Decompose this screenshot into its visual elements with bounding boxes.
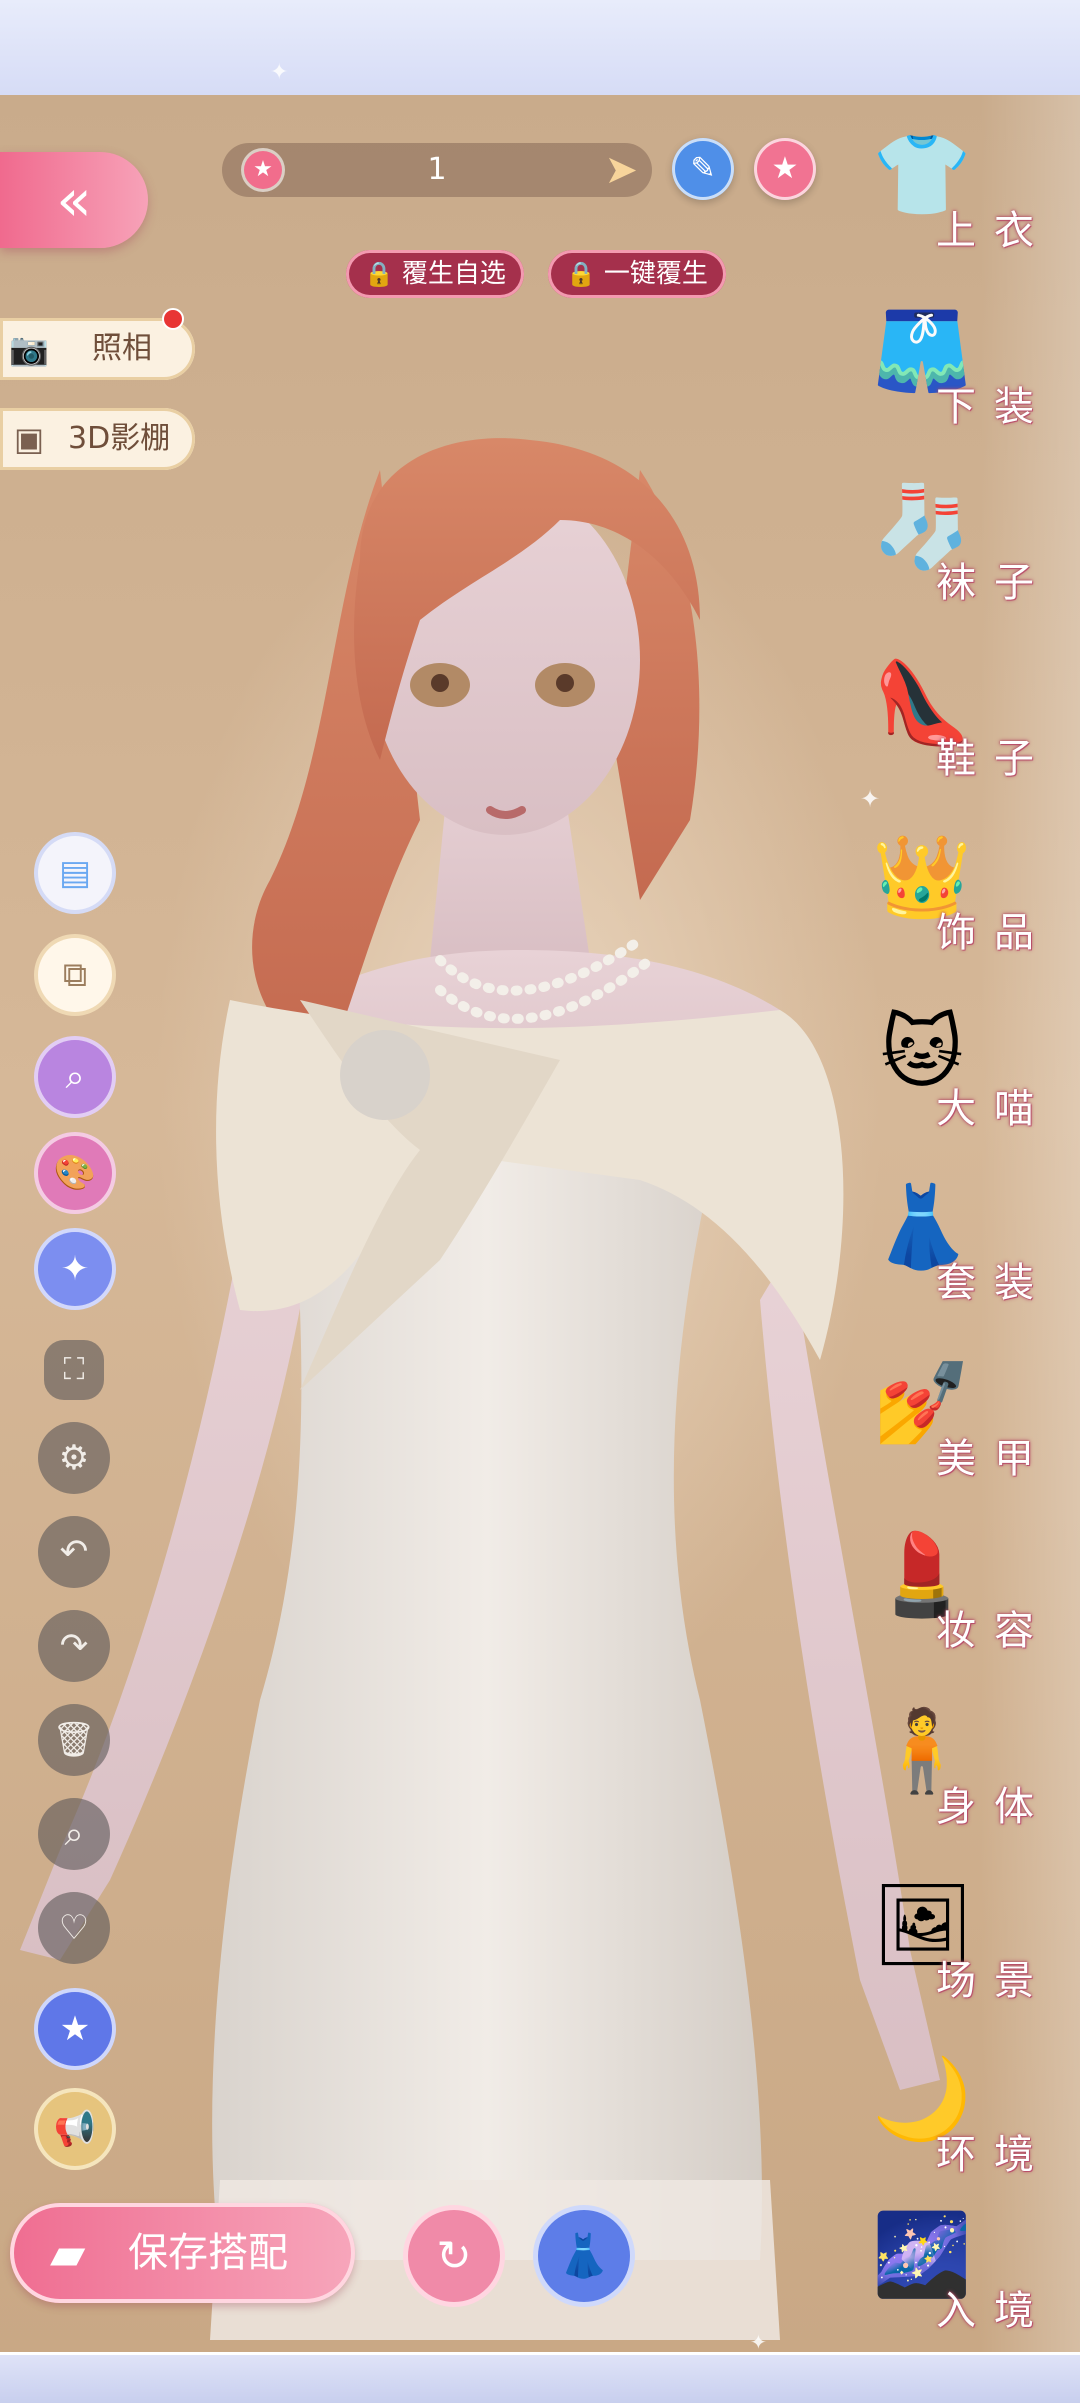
back-button[interactable]: «	[0, 152, 148, 248]
sparkle-decoration: ✦	[270, 60, 288, 85]
category-nails-label: 美甲	[936, 1426, 1076, 1484]
category-enter-scene-label: 入境	[936, 2278, 1076, 2336]
3d-studio-label: 3D影棚	[68, 408, 170, 470]
share-outfit-button[interactable]: ↻	[408, 2210, 500, 2302]
star-icon: ★	[60, 2009, 90, 2049]
category-bottoms-label: 下装	[936, 374, 1076, 432]
photo-label: 照相	[92, 318, 152, 380]
save-outfit-button[interactable]: ▰ 保存搭配	[10, 2203, 355, 2303]
search-filter-tool[interactable]: ⌕	[38, 1040, 112, 1114]
category-accessories-label: 饰品	[936, 900, 1076, 958]
delete-button[interactable]: 🗑	[38, 1704, 110, 1776]
sparkle-decoration: ✦	[860, 785, 880, 813]
gear-icon: ⚙	[59, 1438, 89, 1478]
category-shoes-label: 鞋子	[936, 726, 1076, 784]
undo-icon: ↶	[60, 1532, 89, 1572]
category-socks[interactable]: 🧦 袜子	[870, 472, 1075, 622]
double-chevron-left-icon: «	[56, 166, 92, 234]
sparkle-star-icon: ✦	[61, 1249, 90, 1289]
category-enter-scene[interactable]: 🌌 入境	[870, 2200, 1075, 2350]
counter-value: 1	[222, 143, 652, 197]
one-click-reborn-button[interactable]: 🔒 一键覆生	[548, 250, 726, 298]
heart-icon: ♡	[59, 1908, 89, 1948]
category-scene-label: 场景	[936, 1948, 1076, 2006]
cube-icon: ▣	[4, 414, 54, 464]
pencil-icon: ✎	[690, 151, 715, 186]
category-outfit-set-label: 套装	[936, 1250, 1076, 1308]
category-scene[interactable]: 🖼 场景	[870, 1870, 1075, 2020]
expand-icon: ⛶	[64, 1352, 85, 1387]
category-nails[interactable]: 💅 美甲	[870, 1348, 1075, 1498]
palette-icon: 🎨	[54, 1153, 96, 1193]
wardrobe-button[interactable]: 👗	[538, 2210, 630, 2302]
one-click-reborn-label: 一键覆生	[604, 259, 708, 289]
category-body[interactable]: 🧍 身体	[870, 1696, 1075, 1846]
category-makeup-label: 妆容	[936, 1598, 1076, 1656]
category-body-label: 身体	[936, 1774, 1076, 1832]
bottom-frame-band	[0, 2352, 1080, 2403]
reborn-custom-button[interactable]: 🔒 覆生自选	[346, 250, 524, 298]
category-makeup[interactable]: 💄 妆容	[870, 1520, 1075, 1670]
like-button[interactable]: ♡	[38, 1892, 110, 1964]
category-top[interactable]: 👕 上衣	[870, 120, 1075, 270]
undo-button[interactable]: ↶	[38, 1516, 110, 1588]
zoom-button[interactable]: ⌕	[38, 1798, 110, 1870]
star-collection-button[interactable]: ★	[38, 1992, 112, 2066]
edit-pencil-button[interactable]: ✎	[672, 138, 734, 200]
fullscreen-button[interactable]: ⛶	[44, 1340, 104, 1400]
category-bottoms[interactable]: 🩳 下装	[870, 296, 1075, 446]
announcement-button[interactable]: 📢	[38, 2092, 112, 2166]
magnifier-filter-icon: ⌕	[65, 1057, 84, 1097]
camera-icon: 📷	[4, 324, 54, 374]
trash-icon: 🗑	[52, 1720, 95, 1760]
card-icon: ▤	[59, 853, 91, 893]
save-cards-icon: ▰	[50, 2223, 85, 2283]
search-icon: ⌕	[64, 1814, 83, 1854]
redo-button[interactable]: ↷	[38, 1610, 110, 1682]
copy-layer-tool[interactable]: ⧉	[38, 938, 112, 1012]
outfit-card-tool[interactable]: ▤	[38, 836, 112, 910]
redo-icon: ↷	[60, 1626, 89, 1666]
top-counter-bar[interactable]: ★ 1 ➤	[222, 143, 652, 197]
category-environment[interactable]: 🌙 环境	[870, 2044, 1075, 2194]
notification-dot	[162, 308, 184, 330]
dress-icon: 👗	[558, 2231, 610, 2280]
category-big-cat[interactable]: 🐱 大喵	[870, 998, 1075, 1148]
megaphone-icon: 📢	[54, 2109, 96, 2149]
category-outfit-set[interactable]: 👗 套装	[870, 1172, 1075, 1322]
save-outfit-label: 保存搭配	[128, 2203, 288, 2303]
layers-icon: ⧉	[63, 955, 87, 995]
top-frame-band	[0, 0, 1080, 98]
palette-tool[interactable]: 🎨	[38, 1136, 112, 1210]
star-icon: ★	[772, 151, 799, 186]
category-environment-label: 环境	[936, 2122, 1076, 2180]
pose-tool[interactable]: ✦	[38, 1232, 112, 1306]
category-accessories[interactable]: 👑 饰品	[870, 822, 1075, 972]
lock-icon: 🔒	[566, 260, 596, 288]
category-socks-label: 袜子	[936, 550, 1076, 608]
settings-button[interactable]: ⚙	[38, 1422, 110, 1494]
lock-icon: 🔒	[364, 260, 394, 288]
category-big-cat-label: 大喵	[936, 1076, 1076, 1134]
category-shoes[interactable]: 👠 鞋子	[870, 648, 1075, 798]
category-top-label: 上衣	[936, 198, 1076, 256]
sparkle-decoration: ✦	[750, 2330, 767, 2354]
reborn-custom-label: 覆生自选	[402, 259, 506, 289]
favorite-star-button[interactable]: ★	[754, 138, 816, 200]
3d-studio-button[interactable]: ▣ 3D影棚	[0, 408, 195, 470]
arrow-right-icon[interactable]: ➤	[604, 145, 638, 195]
share-icon: ↻	[436, 2231, 471, 2280]
